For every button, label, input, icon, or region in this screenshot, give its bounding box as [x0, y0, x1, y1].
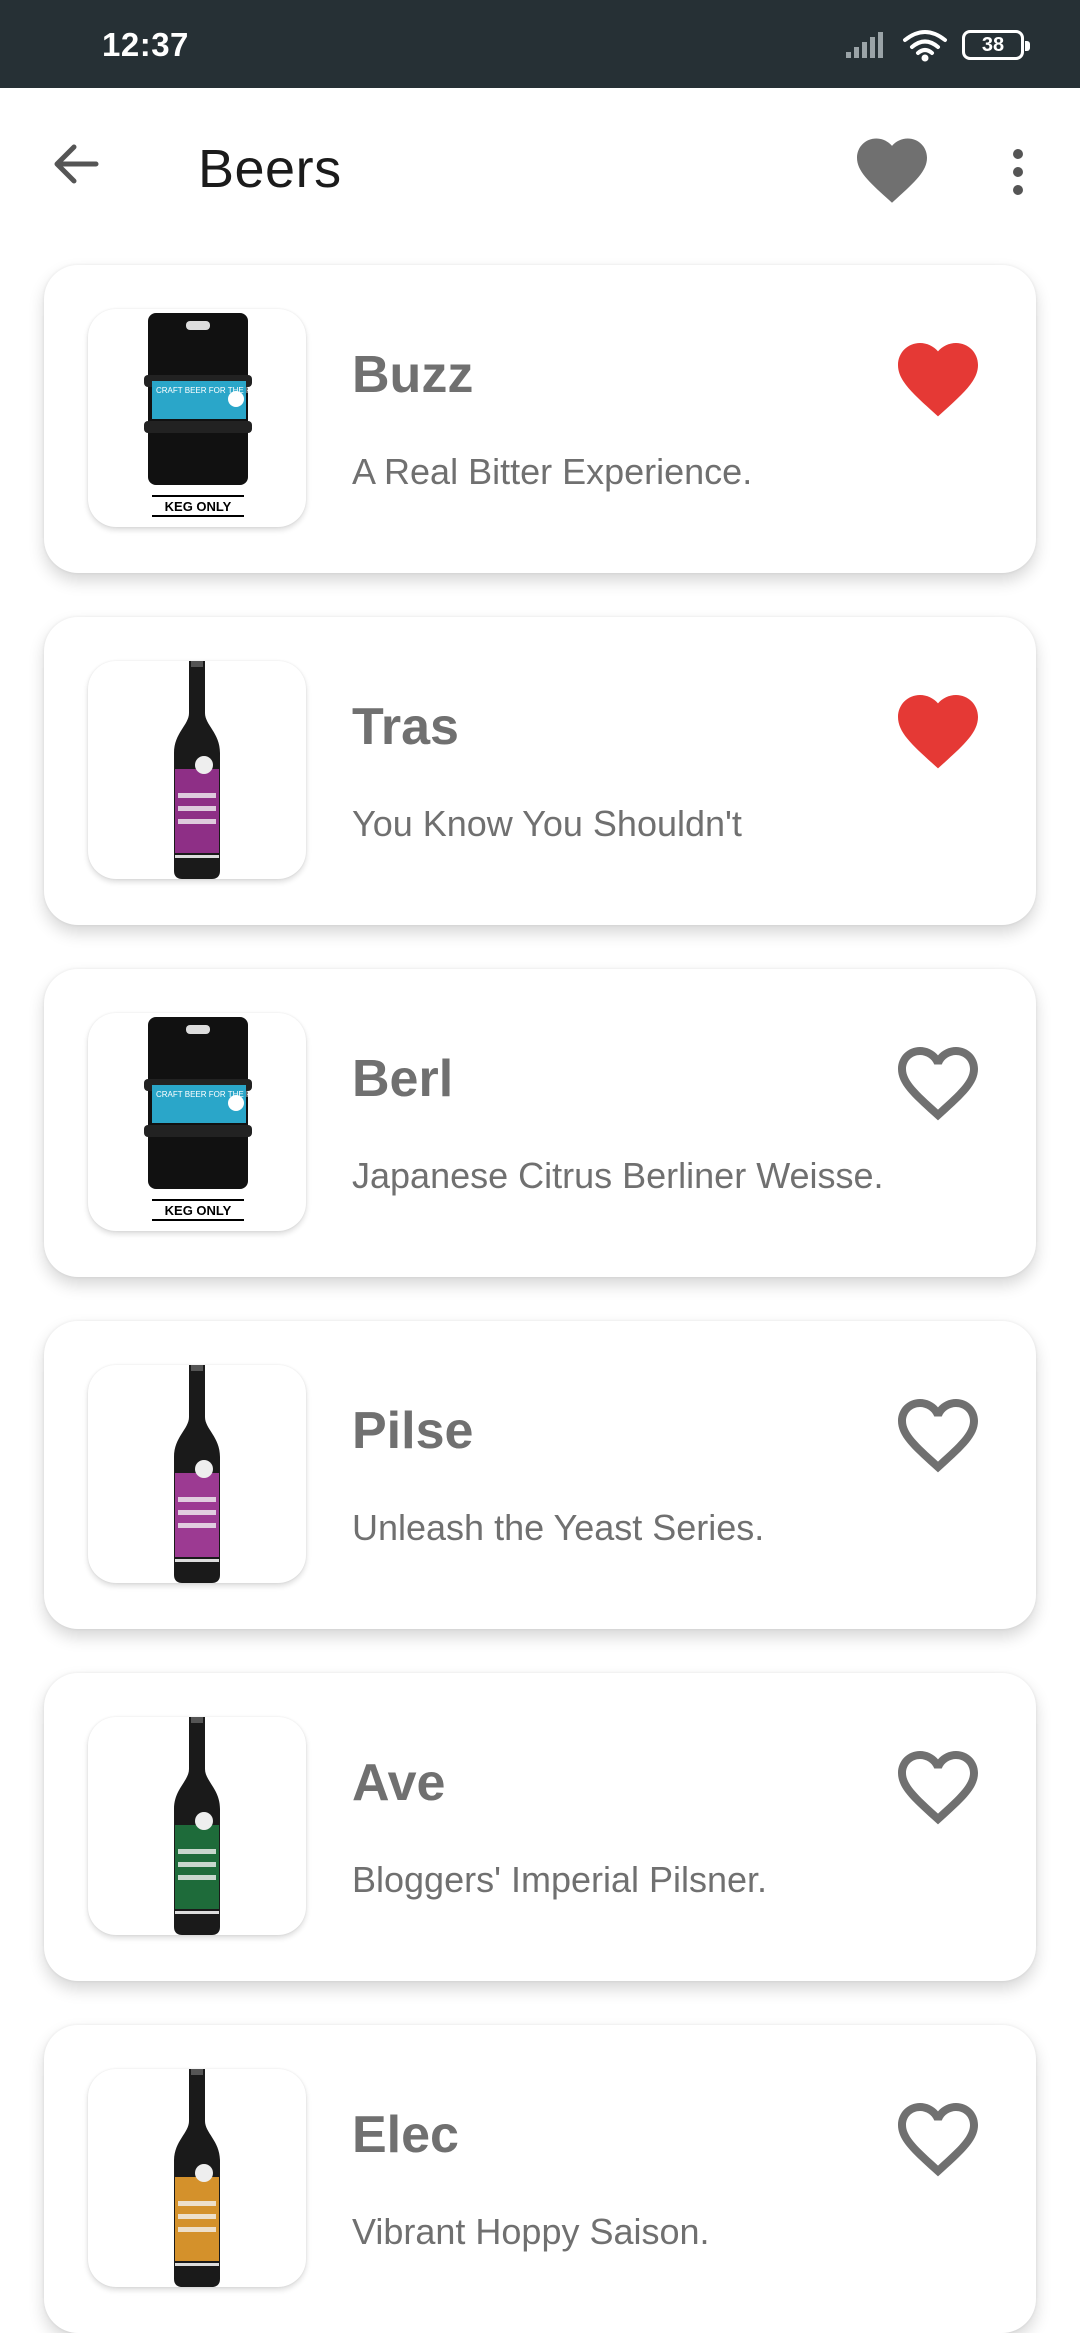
keg-label: KEG ONLY — [165, 1203, 232, 1218]
beer-tagline: You Know You Shouldn't — [352, 803, 742, 844]
beer-name: Tras — [352, 698, 459, 756]
favorite-toggle-button[interactable] — [890, 2091, 986, 2187]
beer-name: Buzz — [352, 346, 474, 404]
battery-icon: 38 — [962, 30, 1030, 60]
bottle-image — [174, 1717, 220, 1935]
keg-image: CRAFT BEER FOR THE PEOPLE KEG ONLY — [144, 313, 278, 517]
wifi-icon — [903, 30, 947, 62]
beer-tagline: A Real Bitter Experience. — [352, 451, 753, 492]
heart-outline-icon — [898, 1047, 978, 1121]
overflow-menu-button[interactable] — [990, 140, 1046, 204]
status-bar: 12:37 38 — [0, 0, 1080, 88]
beer-image — [88, 2069, 306, 2287]
beer-tagline: Unleash the Yeast Series. — [352, 1507, 765, 1548]
heart-outline-icon — [898, 1751, 978, 1825]
heart-outline-icon — [898, 1399, 978, 1473]
beer-tagline: Bloggers' Imperial Pilsner. — [352, 1859, 768, 1900]
beer-image — [88, 1717, 306, 1935]
bottle-image — [174, 1365, 220, 1583]
beer-card[interactable]: Elec Vibrant Hoppy Saison. — [44, 2025, 1036, 2333]
beer-card[interactable]: Pilse Unleash the Yeast Series. — [44, 1321, 1036, 1629]
heart-filled-icon — [898, 343, 978, 417]
page-title: Beers — [198, 139, 342, 199]
beer-image — [88, 661, 306, 879]
bottle-image — [174, 2069, 220, 2287]
favorite-toggle-button[interactable] — [890, 1387, 986, 1483]
beer-tagline: Vibrant Hoppy Saison. — [352, 2211, 710, 2252]
favorite-toggle-button[interactable] — [890, 683, 986, 779]
beer-name: Ave — [352, 1754, 446, 1812]
favorite-toggle-button[interactable] — [890, 331, 986, 427]
keg-image: CRAFT BEER FOR THE PEOPLE KEG ONLY — [144, 1017, 278, 1221]
bottle-image — [174, 661, 220, 879]
beer-card[interactable]: CRAFT BEER FOR THE PEOPLE KEG ONLY Berl Jap… — [44, 969, 1036, 1277]
more-vert-icon — [1013, 149, 1023, 195]
beer-card[interactable]: CRAFT BEER FOR THE PEOPLE KEG ONLY Buzz A R… — [44, 265, 1036, 573]
favorite-toggle-button[interactable] — [890, 1035, 986, 1131]
beer-image: CRAFT BEER FOR THE PEOPLE KEG ONLY — [88, 1013, 306, 1231]
favorites-filter-button[interactable] — [850, 128, 934, 212]
heart-filled-icon — [898, 695, 978, 769]
beer-name: Elec — [352, 2106, 459, 2164]
beer-image: CRAFT BEER FOR THE PEOPLE KEG ONLY — [88, 309, 306, 527]
arrow-back-icon — [54, 144, 99, 184]
back-button[interactable] — [44, 132, 108, 196]
status-icons: 38 — [844, 28, 1030, 62]
heart-filled-icon — [857, 138, 927, 203]
beer-name: Berl — [352, 1050, 454, 1108]
keg-banner-text: CRAFT BEER FOR THE PEOPLE — [156, 1090, 278, 1099]
keg-label: KEG ONLY — [165, 499, 232, 514]
favorite-toggle-button[interactable] — [890, 1739, 986, 1835]
beer-image — [88, 1365, 306, 1583]
app-bar: Beers — [0, 88, 1080, 248]
beer-name: Pilse — [352, 1402, 474, 1460]
beer-tagline: Japanese Citrus Berliner Weisse. — [352, 1155, 884, 1196]
signal-icon — [846, 32, 883, 58]
status-time: 12:37 — [102, 26, 189, 63]
battery-level: 38 — [981, 33, 1005, 56]
keg-banner-text: CRAFT BEER FOR THE PEOPLE — [156, 386, 278, 395]
beer-card[interactable]: Ave Bloggers' Imperial Pilsner. — [44, 1673, 1036, 1981]
beer-card[interactable]: Tras You Know You Shouldn't — [44, 617, 1036, 925]
heart-outline-icon — [898, 2103, 978, 2177]
